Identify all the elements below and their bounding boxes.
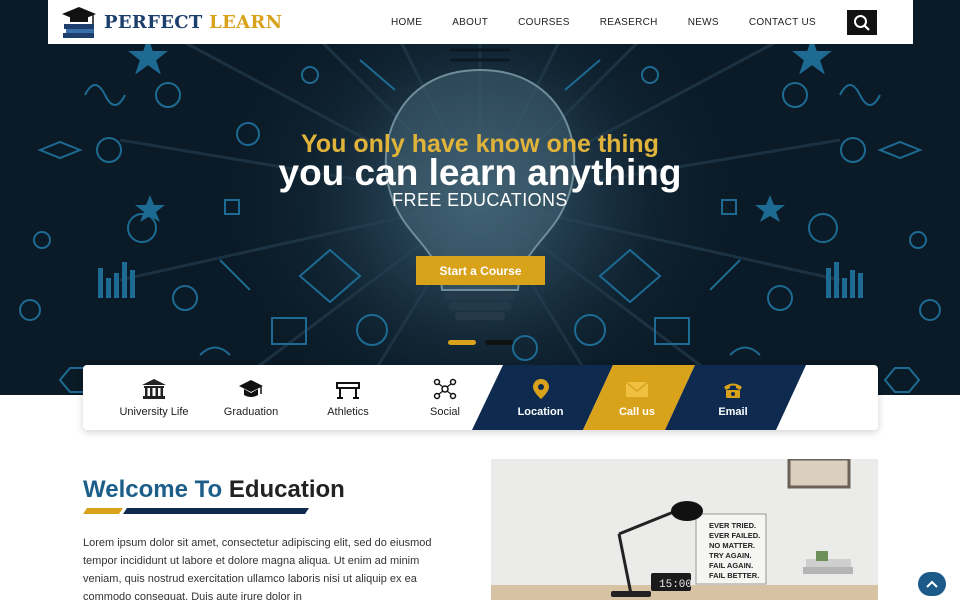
welcome-heading: Welcome To Education	[83, 476, 345, 504]
main-menu: HOME ABOUT COURSES REASERCH NEWS CONTACT…	[391, 0, 846, 44]
desk-lamp-photo: EVER TRIED. EVER FAILED. NO MATTER. TRY …	[491, 459, 878, 600]
nav-item-about[interactable]: ABOUT	[452, 17, 488, 28]
social-network-icon	[433, 378, 457, 399]
poster-line-1: EVER TRIED.	[709, 521, 756, 530]
desk-photo: EVER TRIED. EVER FAILED. NO MATTER. TRY …	[491, 459, 878, 600]
hero-headline: you can learn anything	[278, 152, 682, 193]
feature-bar: University Life Graduation Athletics Soc…	[83, 365, 878, 430]
feature-label: Social	[430, 405, 460, 418]
slider-dot[interactable]	[485, 340, 513, 345]
poster-line-3: NO MATTER.	[709, 541, 755, 550]
nav-item-home[interactable]: HOME	[391, 17, 422, 28]
feature-call-us[interactable]: Call us	[588, 365, 686, 430]
heading-underline	[83, 508, 309, 514]
university-icon	[142, 378, 166, 399]
nav-item-contact[interactable]: CONTACT US	[749, 17, 816, 28]
graduation-cap-icon	[239, 379, 263, 397]
poster-line-6: FAIL BETTER.	[709, 571, 759, 580]
nav-item-research[interactable]: REASERCH	[600, 17, 658, 28]
feature-label: Graduation	[223, 405, 279, 418]
feature-label: University Life	[119, 405, 189, 418]
poster-line-2: EVER FAILED.	[709, 531, 760, 540]
brand-name-part1: PERFECT	[104, 11, 203, 33]
welcome-paragraph: Lorem ipsum dolor sit amet, consectetur …	[83, 537, 432, 600]
feature-label: Call us	[618, 405, 656, 418]
desk-clock-text: 15:00	[659, 579, 692, 591]
search-icon	[854, 14, 870, 31]
feature-label: Location	[517, 405, 564, 418]
welcome-heading-part1: Welcome To	[83, 476, 223, 503]
navbar: PERFECT LEARN HOME ABOUT COURSES REASERC…	[48, 0, 913, 44]
feature-graduation[interactable]: Graduation	[202, 365, 300, 430]
brand-name: PERFECT LEARN	[104, 12, 282, 33]
page: PERFECT LEARN HOME ABOUT COURSES REASERC…	[0, 0, 960, 600]
feature-location[interactable]: Location	[493, 365, 588, 430]
slider-dot-active[interactable]	[448, 340, 476, 345]
feature-label: Email	[718, 405, 748, 418]
hero-subtitle: FREE EDUCATIONS	[392, 190, 568, 210]
nav-item-news[interactable]: NEWS	[688, 17, 719, 28]
search-button[interactable]	[847, 10, 877, 35]
poster-line-5: FAIL AGAIN.	[709, 561, 753, 570]
chevron-up-icon	[926, 580, 938, 588]
scroll-to-top-button[interactable]	[918, 572, 946, 596]
phone-icon	[724, 383, 742, 398]
feature-social[interactable]: Social	[396, 365, 494, 430]
feature-email[interactable]: Email	[683, 365, 783, 430]
start-course-button[interactable]: Start a Course	[416, 256, 545, 285]
graduation-books-icon	[62, 7, 96, 38]
nav-item-courses[interactable]: COURSES	[518, 17, 570, 28]
location-pin-icon	[532, 378, 549, 399]
hurdle-icon	[336, 381, 360, 399]
email-icon	[625, 380, 649, 397]
brand-logo[interactable]: PERFECT LEARN	[60, 5, 282, 39]
welcome-heading-part2: Education	[228, 476, 345, 503]
feature-label: Athletics	[327, 405, 369, 418]
brand-name-part2: LEARN	[209, 11, 283, 33]
feature-university-life[interactable]: University Life	[105, 365, 203, 430]
feature-athletics[interactable]: Athletics	[299, 365, 397, 430]
poster-line-4: TRY AGAIN.	[709, 551, 752, 560]
